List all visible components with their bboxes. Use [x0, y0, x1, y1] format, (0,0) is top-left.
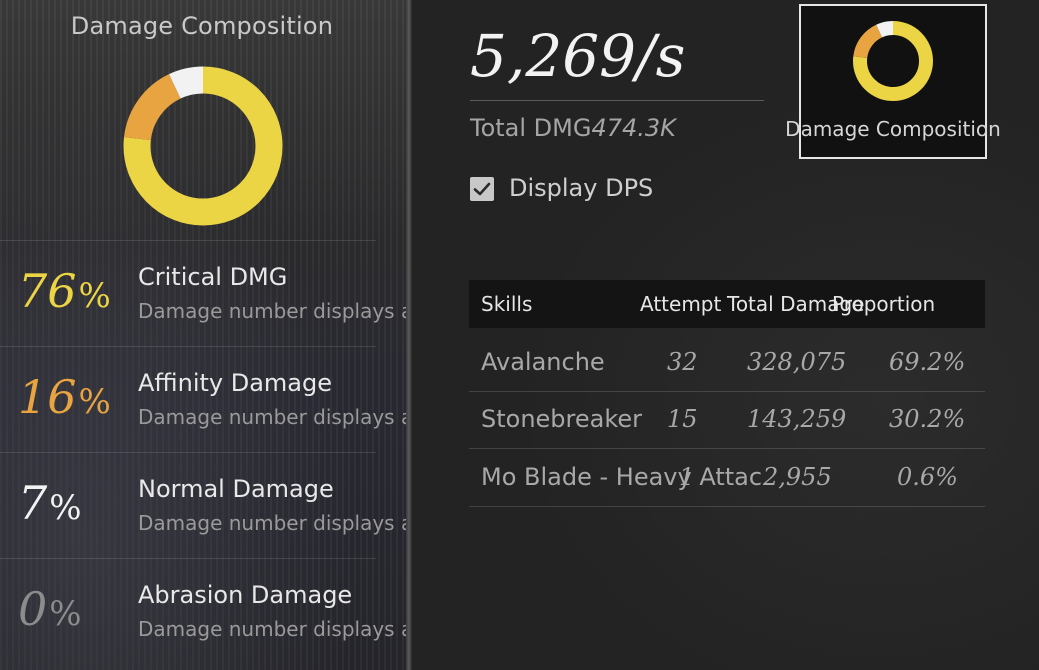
damage-composition-button-label: Damage Composition [785, 117, 1001, 141]
table-row: Avalanche 32 328,075 69.2% [469, 334, 985, 392]
stat-row-affinity: 16% Affinity Damage Damage number displa… [0, 346, 410, 453]
display-dps-label[interactable]: Display DPS [509, 174, 653, 202]
stat-name: Normal Damage [138, 475, 334, 503]
total-damage-label: Total DMG [470, 114, 592, 142]
stat-description: Damage number displays as [138, 511, 410, 535]
skills-table-header: Skills Attempt Total Damage Proportion [469, 280, 985, 328]
cell-total-damage: 328,075 [747, 348, 847, 376]
cell-skill: Stonebreaker [481, 405, 643, 433]
stat-description: Damage number displays as [138, 617, 410, 641]
stat-name: Affinity Damage [138, 369, 333, 397]
total-damage-value: 474.3K [591, 114, 676, 142]
checkmark-icon [473, 182, 491, 196]
stat-name: Critical DMG [138, 263, 288, 291]
total-damage: Total DMG474.3K [470, 114, 676, 142]
cell-proportion: 69.2% [889, 348, 966, 376]
cell-attempt: 32 [667, 348, 698, 376]
stat-row-critical: 76% Critical DMG Damage number displays … [0, 240, 410, 347]
cell-attempt: 15 [667, 405, 698, 433]
header-skills: Skills [481, 292, 533, 316]
cell-attempt: 1 [679, 463, 695, 491]
damage-composition-button[interactable]: Damage Composition [785, 4, 1001, 159]
dps-divider [470, 100, 764, 101]
table-row: Stonebreaker 15 143,259 30.2% [469, 391, 985, 449]
header-proportion: Proportion [832, 292, 936, 316]
damage-composition-donut [123, 66, 283, 226]
display-dps-checkbox[interactable] [470, 177, 494, 201]
cell-skill: Avalanche [481, 348, 605, 376]
stat-percent: 16% [18, 370, 111, 424]
stat-description: Damage number displays as [138, 405, 410, 429]
cell-proportion: 0.6% [897, 463, 958, 491]
damage-composition-panel: Damage Composition 76% Critical DMG Dama… [0, 0, 410, 670]
panel-title: Damage Composition [70, 12, 334, 40]
dps-value: 5,269/s [470, 22, 686, 90]
table-row: Mo Blade - Heavy Attack 1 2,955 0.6% [469, 449, 985, 507]
donut-chart-icon [853, 21, 933, 101]
cell-total-damage: 143,259 [747, 405, 847, 433]
stat-name: Abrasion Damage [138, 581, 353, 609]
stat-percent: 7% [18, 476, 82, 530]
cell-total-damage: 2,955 [763, 463, 832, 491]
stat-description: Damage number displays as [138, 299, 410, 323]
stat-row-normal: 7% Normal Damage Damage number displays … [0, 452, 410, 559]
header-attempt: Attempt [640, 292, 722, 316]
cell-proportion: 30.2% [889, 405, 966, 433]
stat-percent: 76% [18, 264, 111, 318]
cell-skill: Mo Blade - Heavy Attack [481, 463, 763, 491]
stat-row-abrasion: 0% Abrasion Damage Damage number display… [0, 558, 410, 665]
stat-percent: 0% [18, 582, 82, 636]
